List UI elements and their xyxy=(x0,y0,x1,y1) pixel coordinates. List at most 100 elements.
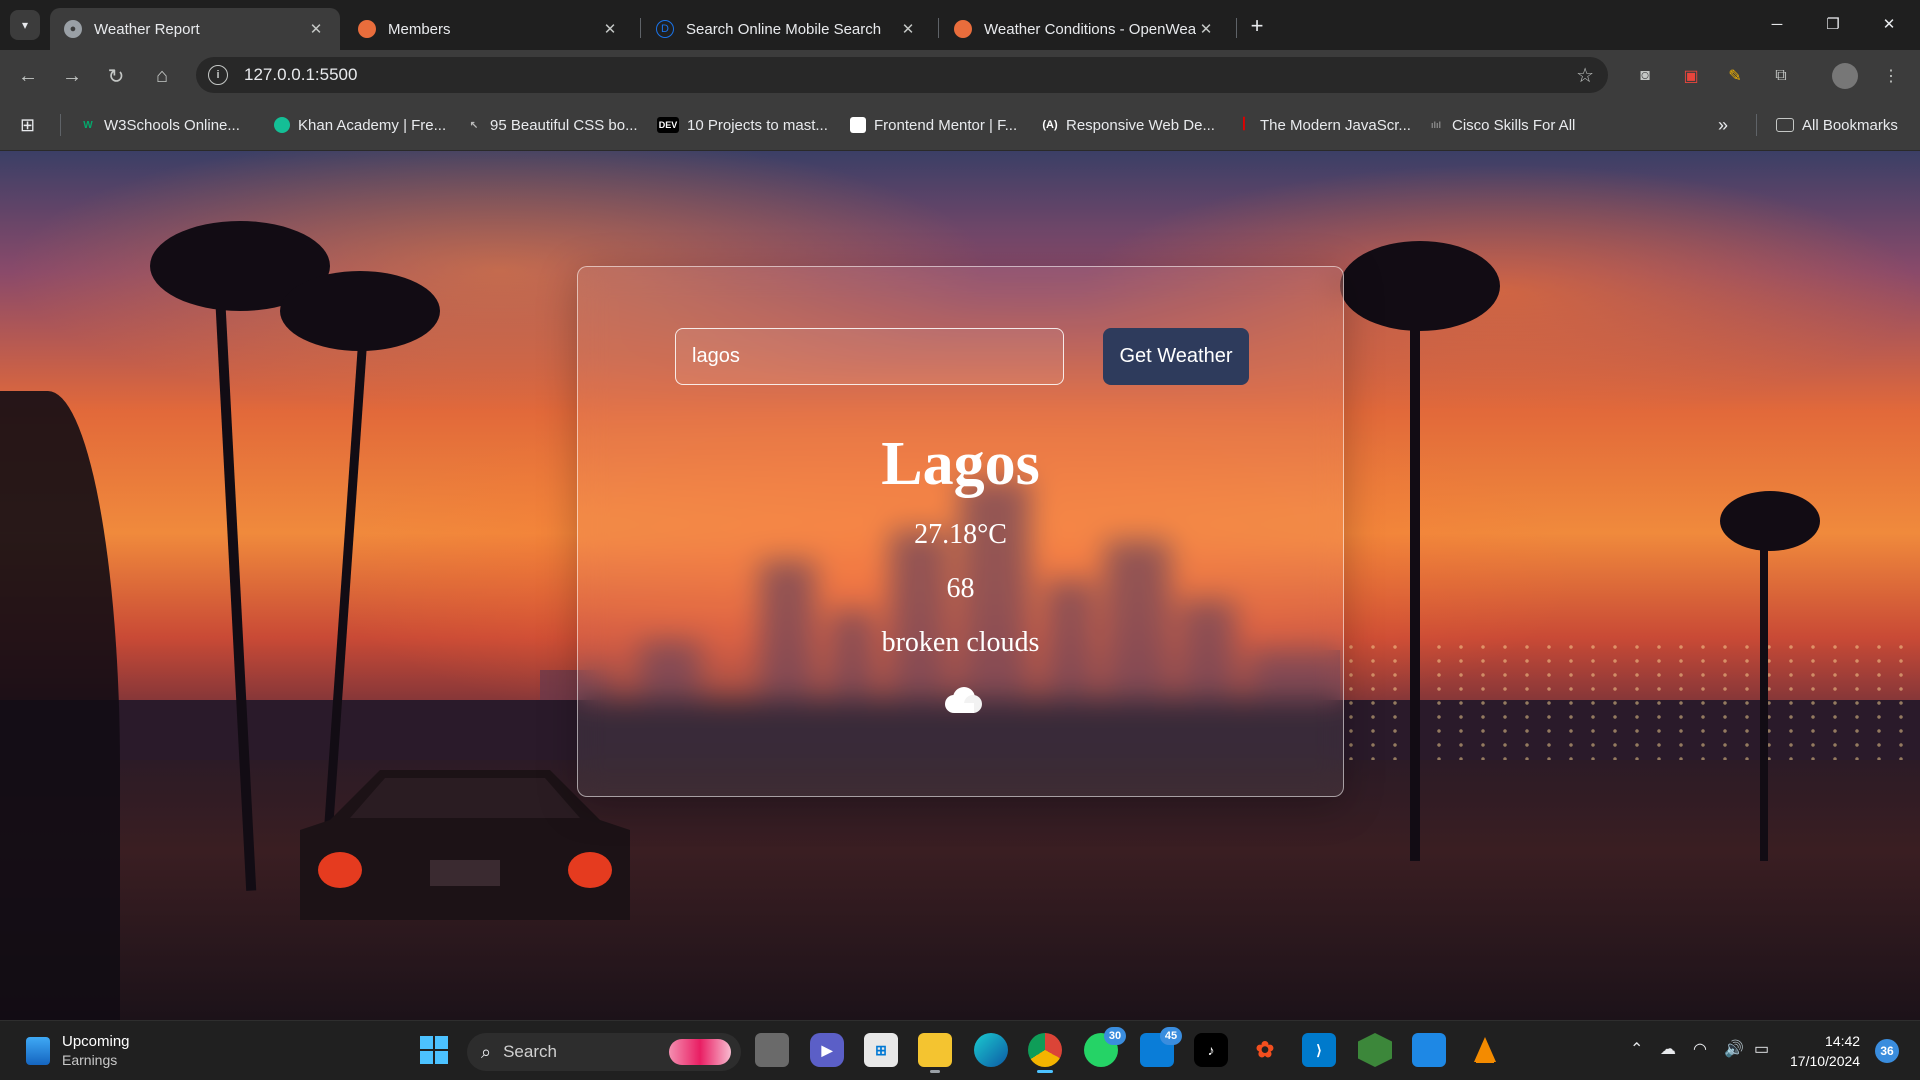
wifi-icon[interactable]: ◠ xyxy=(1693,1039,1707,1059)
khan-academy-icon xyxy=(274,117,290,133)
tab-weather-conditions[interactable]: Weather Conditions - OpenWea ✕ xyxy=(940,8,1230,50)
bookmark-css-boxes[interactable]: ↖ 95 Beautiful CSS bo... xyxy=(466,113,638,137)
freecodecamp-icon: (A) xyxy=(1042,119,1058,131)
home-icon[interactable]: ⌂ xyxy=(148,62,176,90)
close-tab-icon[interactable]: ✕ xyxy=(600,20,620,38)
cisco-icon: ılıl xyxy=(1430,120,1441,130)
weather-description: broken clouds xyxy=(881,627,1040,658)
tab-title: Members xyxy=(388,20,451,38)
minimize-icon[interactable]: ─ xyxy=(1754,8,1800,40)
bookmark-cisco[interactable]: ılıl Cisco Skills For All xyxy=(1428,113,1575,137)
bookmarks-overflow-icon[interactable]: » xyxy=(1718,113,1728,137)
close-tab-icon[interactable]: ✕ xyxy=(306,20,326,38)
battery-icon[interactable]: ▭ xyxy=(1754,1039,1769,1059)
bookmark-responsive-web[interactable]: (A) Responsive Web De... xyxy=(1042,113,1215,137)
bookmark-label: Cisco Skills For All xyxy=(1452,116,1576,134)
close-tab-icon[interactable]: ✕ xyxy=(1196,20,1216,38)
whatsapp-icon[interactable]: 30 xyxy=(1084,1027,1126,1067)
tab-title: Weather Conditions - OpenWea xyxy=(984,20,1196,38)
folder-icon xyxy=(1776,118,1794,132)
tab-title: Search Online Mobile Search xyxy=(686,20,882,38)
tab-title: Weather Report xyxy=(94,20,200,38)
system-clock[interactable]: 14:42 17/10/2024 xyxy=(1790,1031,1860,1071)
city-search-input[interactable] xyxy=(675,328,1064,385)
tab-separator xyxy=(1236,18,1237,38)
teams-icon[interactable]: ▶ xyxy=(810,1033,844,1067)
w3schools-icon: W xyxy=(83,119,93,131)
onedrive-cloud-icon[interactable]: ☁ xyxy=(1660,1039,1676,1059)
weather-page: Get Weather Lagos 27.18°C 68 broken clou… xyxy=(0,151,1920,1020)
site-info-icon[interactable]: i xyxy=(208,65,228,85)
back-icon[interactable]: ← xyxy=(14,62,42,90)
bookmark-label: The Modern JavaScr... xyxy=(1260,116,1411,134)
forward-icon[interactable]: → xyxy=(58,62,86,90)
apps-grid-icon[interactable]: ⊞ xyxy=(20,113,35,137)
tab-members[interactable]: Members ✕ xyxy=(344,8,634,50)
show-hidden-icons-chevron-icon[interactable]: ⌃ xyxy=(1630,1039,1643,1059)
clock-date: 17/10/2024 xyxy=(1790,1053,1861,1069)
bookmark-label: 95 Beautiful CSS bo... xyxy=(490,116,638,134)
nodejs-icon[interactable] xyxy=(1358,1033,1392,1067)
tab-search-online[interactable]: D Search Online Mobile Search ✕ xyxy=(642,8,932,50)
tab-strip: ▾ ● Weather Report ✕ Members ✕ D Search … xyxy=(0,0,1920,50)
edge-icon[interactable] xyxy=(974,1033,1008,1067)
widget-subtitle: Earnings xyxy=(62,1052,118,1068)
all-bookmarks[interactable]: All Bookmarks xyxy=(1776,113,1898,137)
taskbar-search[interactable]: ⌕ Search xyxy=(467,1033,741,1071)
file-explorer-icon[interactable] xyxy=(918,1033,952,1073)
weather-card: Get Weather Lagos 27.18°C 68 broken clou… xyxy=(577,266,1344,797)
palm-crown xyxy=(280,271,440,351)
restore-icon[interactable]: ❐ xyxy=(1810,8,1856,40)
close-tab-icon[interactable]: ✕ xyxy=(898,20,918,38)
vscode-icon[interactable]: ⟩ xyxy=(1302,1033,1336,1067)
palm-trunk xyxy=(1760,531,1768,861)
whatsapp-badge: 30 xyxy=(1104,1027,1126,1045)
clock-time: 14:42 xyxy=(1825,1033,1861,1049)
tiktok-icon[interactable]: ♪ xyxy=(1194,1033,1228,1067)
get-weather-button[interactable]: Get Weather xyxy=(1103,328,1249,385)
mail-badge: 45 xyxy=(1160,1027,1182,1045)
widgets-button[interactable]: Upcoming Earnings xyxy=(26,1033,130,1069)
close-window-icon[interactable]: ✕ xyxy=(1866,8,1912,40)
tab-weather-report[interactable]: ● Weather Report ✕ xyxy=(50,8,340,50)
notification-count-badge[interactable]: 36 xyxy=(1875,1039,1899,1063)
css-box-icon: ↖ xyxy=(469,119,479,131)
new-tab-icon[interactable]: + xyxy=(1243,12,1271,40)
bookmark-dev-projects[interactable]: DEV 10 Projects to mast... xyxy=(657,113,828,137)
profile-avatar-icon[interactable] xyxy=(1832,63,1858,89)
address-url[interactable]: 127.0.0.1:5500 xyxy=(244,65,357,85)
vlc-icon[interactable] xyxy=(1468,1033,1502,1067)
temperature-value: 27.18°C xyxy=(914,519,1007,550)
bookmark-w3schools[interactable]: W W3Schools Online... xyxy=(80,113,240,137)
chrome-icon[interactable] xyxy=(1028,1033,1062,1073)
road-illustration xyxy=(0,760,1920,1020)
bookmark-separator xyxy=(60,114,61,136)
humidity-value: 68 xyxy=(946,573,975,604)
bookmark-modern-javascript[interactable]: ꟾ The Modern JavaScr... xyxy=(1236,113,1411,137)
extensions-puzzle-icon[interactable]: ⧉ xyxy=(1768,63,1794,89)
globe-icon: ● xyxy=(64,20,82,38)
tab-search-chevron-icon[interactable]: ▾ xyxy=(10,10,40,40)
bookmark-label: Responsive Web De... xyxy=(1066,116,1215,134)
mail-icon[interactable]: 45 xyxy=(1140,1027,1182,1067)
bookmark-label: W3Schools Online... xyxy=(104,116,240,134)
n-extension-icon[interactable]: ▣ xyxy=(1678,63,1704,89)
address-bar[interactable]: i 127.0.0.1:5500 ☆ xyxy=(196,57,1608,93)
bookmark-star-icon[interactable]: ☆ xyxy=(1576,63,1594,88)
camera-extension-icon[interactable]: ◙ xyxy=(1632,63,1658,89)
windows-start-icon[interactable] xyxy=(417,1033,451,1067)
bookmark-frontend-mentor[interactable]: Frontend Mentor | F... xyxy=(850,113,1017,137)
bookmark-khan-academy[interactable]: Khan Academy | Fre... xyxy=(274,113,446,137)
pen-extension-icon[interactable]: ✎ xyxy=(1722,63,1748,89)
menu-kebab-icon[interactable]: ⋮ xyxy=(1878,63,1904,89)
microsoft-store-icon[interactable]: ⊞ xyxy=(864,1033,898,1067)
task-view-icon[interactable] xyxy=(755,1033,789,1067)
figma-icon[interactable]: ✿ xyxy=(1248,1033,1282,1067)
search-icon: ⌕ xyxy=(481,1041,492,1062)
volume-icon[interactable]: 🔊 xyxy=(1724,1039,1744,1059)
active-indicator xyxy=(1037,1070,1053,1073)
reload-icon[interactable]: ↻ xyxy=(102,62,130,90)
frontend-mentor-icon xyxy=(850,117,866,133)
bookmark-separator xyxy=(1756,114,1757,136)
photos-icon[interactable] xyxy=(1412,1033,1446,1067)
